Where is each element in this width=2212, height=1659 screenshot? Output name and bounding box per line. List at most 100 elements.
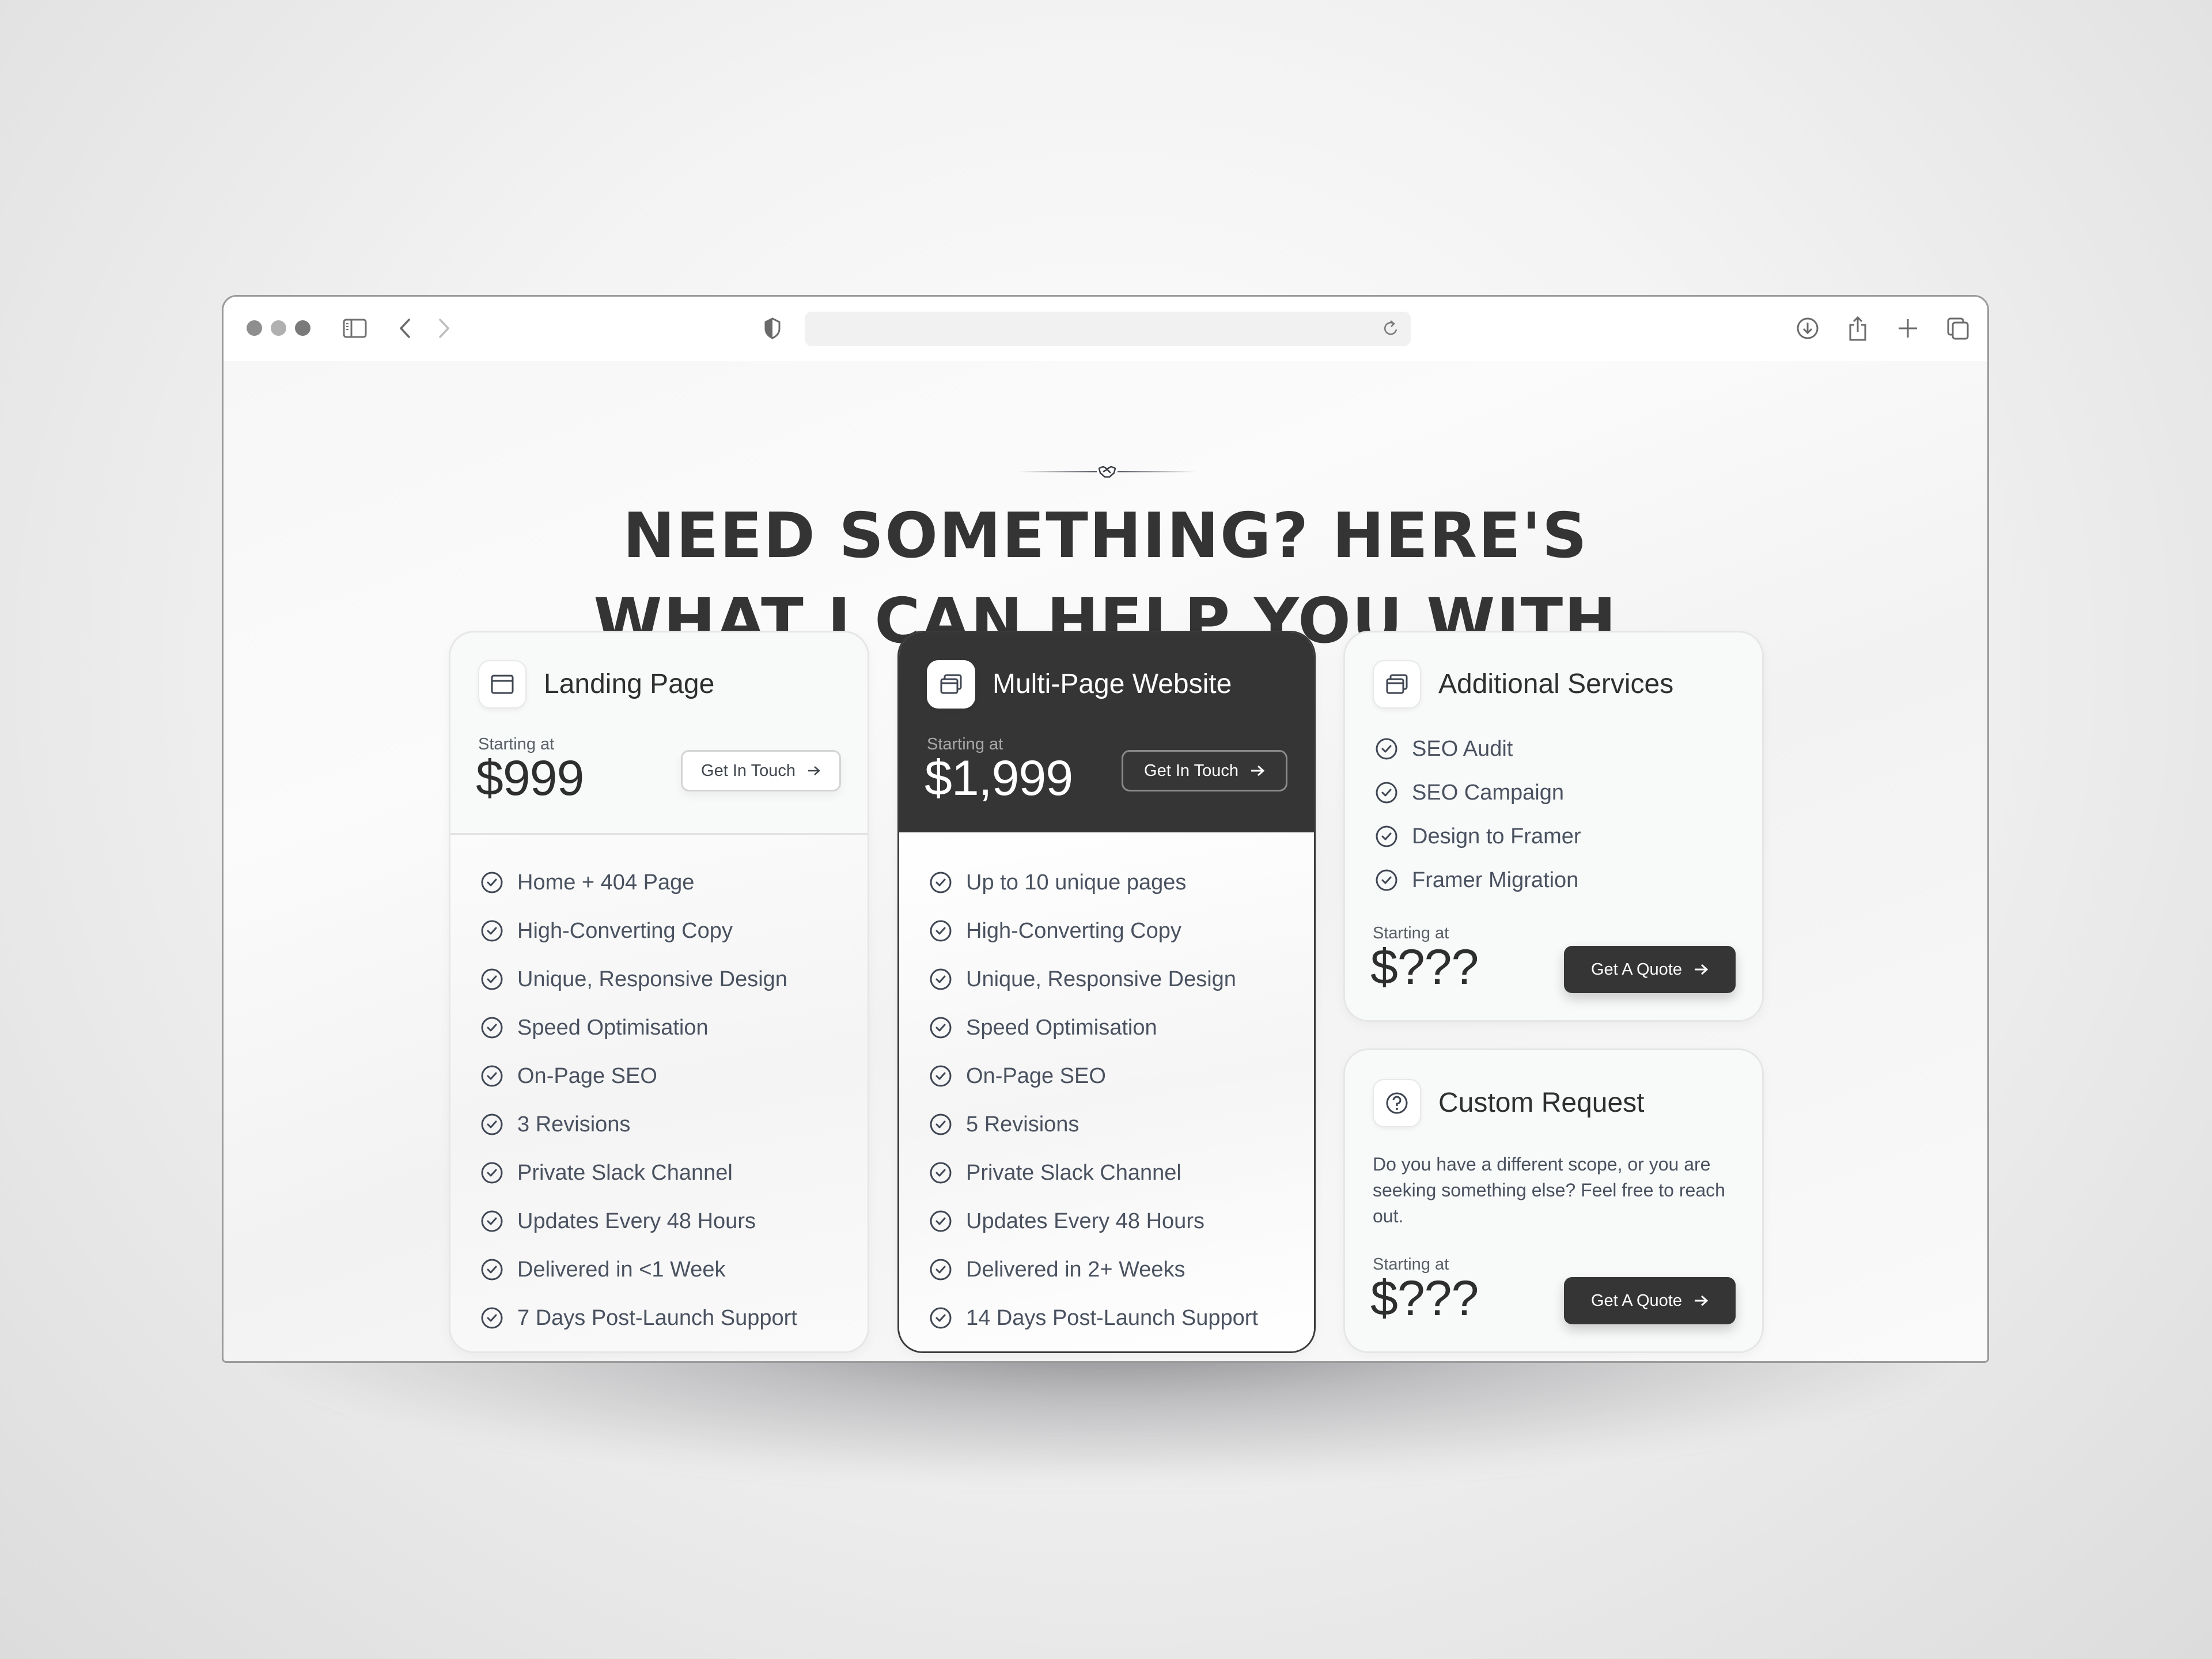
check-circle-icon bbox=[481, 1307, 503, 1329]
card-price: $999 bbox=[476, 751, 584, 806]
get-a-quote-button[interactable]: Get A Quote bbox=[1564, 1277, 1736, 1324]
feature-item: Delivered in 2+ Weeks bbox=[929, 1245, 1258, 1294]
privacy-report-button[interactable] bbox=[758, 314, 787, 343]
feature-item: Private Slack Channel bbox=[929, 1149, 1258, 1197]
check-circle-icon bbox=[481, 1210, 503, 1232]
feature-text: High-Converting Copy bbox=[966, 918, 1181, 943]
button-label: Get In Touch bbox=[1144, 761, 1238, 780]
feature-item: Unique, Responsive Design bbox=[929, 955, 1258, 1003]
card-price: $1,999 bbox=[925, 751, 1073, 806]
get-a-quote-button[interactable]: Get A Quote bbox=[1564, 946, 1736, 993]
pricing-card-additional-services: Additional Services SEO Audit SEO Campaig… bbox=[1343, 631, 1764, 1022]
check-circle-icon bbox=[481, 1113, 503, 1135]
feature-item: High-Converting Copy bbox=[929, 907, 1258, 955]
feature-text: Delivered in 2+ Weeks bbox=[966, 1257, 1185, 1282]
feature-item: SEO Campaign bbox=[1375, 771, 1581, 815]
downloads-button[interactable] bbox=[1793, 314, 1822, 343]
feature-text: SEO Campaign bbox=[1412, 780, 1565, 805]
card-title: Multi-Page Website bbox=[993, 669, 1232, 699]
feature-item: Updates Every 48 Hours bbox=[929, 1197, 1258, 1245]
arrow-right-icon bbox=[1251, 765, 1265, 777]
card-icon-box bbox=[1373, 1079, 1421, 1127]
feature-list: Home + 404 Page High-Converting Copy Uniqu… bbox=[480, 858, 797, 1342]
feature-text: Speed Optimisation bbox=[517, 1015, 709, 1040]
button-label: Get A Quote bbox=[1591, 1291, 1682, 1310]
stacked-windows-icon bbox=[940, 674, 962, 694]
stacked-windows-icon bbox=[1386, 674, 1408, 694]
card-description: Do you have a different scope, or you ar… bbox=[1373, 1154, 1725, 1226]
pricing-card-custom-request: Custom Request Do you have a different s… bbox=[1343, 1048, 1764, 1353]
button-label: Get A Quote bbox=[1591, 960, 1682, 979]
button-label: Get In Touch bbox=[701, 761, 796, 780]
check-circle-icon bbox=[481, 1017, 503, 1039]
feature-item: On-Page SEO bbox=[929, 1052, 1258, 1100]
check-circle-icon bbox=[481, 968, 503, 990]
check-circle-icon bbox=[481, 1259, 503, 1281]
pricing-card-landing-page: Landing Page Starting at $999 Get In Tou… bbox=[449, 631, 869, 1353]
services-list: SEO Audit SEO Campaign Design to Framer Fra… bbox=[1375, 727, 1581, 902]
feature-item: Delivered in <1 Week bbox=[480, 1245, 797, 1294]
feature-text: Delivered in <1 Week bbox=[517, 1257, 726, 1282]
check-circle-icon bbox=[1376, 869, 1397, 891]
minimize-window-button[interactable] bbox=[271, 320, 286, 336]
zoom-window-button[interactable] bbox=[295, 320, 310, 336]
check-circle-icon bbox=[930, 968, 952, 990]
feature-text: Updates Every 48 Hours bbox=[517, 1209, 756, 1233]
feature-item: Speed Optimisation bbox=[929, 1003, 1258, 1052]
forward-button[interactable] bbox=[430, 314, 459, 343]
back-icon bbox=[400, 319, 410, 338]
card-title: Custom Request bbox=[1438, 1088, 1645, 1118]
feature-item: Design to Framer bbox=[1375, 815, 1581, 858]
forward-icon bbox=[439, 319, 449, 338]
check-circle-icon bbox=[930, 1210, 952, 1232]
sidebar-icon bbox=[343, 319, 367, 338]
share-icon bbox=[1849, 316, 1866, 341]
feature-text: Private Slack Channel bbox=[517, 1160, 733, 1185]
browser-window-icon bbox=[491, 675, 514, 694]
close-window-button[interactable] bbox=[247, 320, 262, 336]
new-tab-button[interactable] bbox=[1893, 314, 1922, 343]
share-button[interactable] bbox=[1843, 314, 1872, 343]
new-tab-icon bbox=[1899, 319, 1917, 338]
feature-item: 5 Revisions bbox=[929, 1100, 1258, 1149]
arrow-right-icon bbox=[1695, 964, 1709, 975]
reload-button[interactable] bbox=[1380, 317, 1403, 340]
page-content: NEED SOMETHING? HERE'S WHAT I CAN HELP Y… bbox=[224, 361, 1987, 1361]
pricing-card-multi-page-website: Multi-Page Website Starting at $1,999 Ge… bbox=[897, 631, 1316, 1353]
feature-text: 7 Days Post-Launch Support bbox=[517, 1305, 797, 1330]
check-circle-icon bbox=[930, 1307, 952, 1329]
arrow-right-icon bbox=[1695, 1295, 1709, 1306]
tab-overview-button[interactable] bbox=[1944, 314, 1972, 343]
check-circle-icon bbox=[930, 1017, 952, 1039]
card-price: $??? bbox=[1370, 1271, 1479, 1326]
address-bar[interactable] bbox=[805, 312, 1411, 346]
get-in-touch-button[interactable]: Get In Touch bbox=[1122, 750, 1287, 791]
check-circle-icon bbox=[1376, 825, 1397, 847]
back-button[interactable] bbox=[391, 314, 419, 343]
feature-item: 14 Days Post-Launch Support bbox=[929, 1294, 1258, 1342]
feature-list: Up to 10 unique pages High-Converting Cop… bbox=[929, 858, 1258, 1342]
feature-item: Unique, Responsive Design bbox=[480, 955, 797, 1003]
feature-item: On-Page SEO bbox=[480, 1052, 797, 1100]
check-circle-icon bbox=[1376, 782, 1397, 804]
card-icon-box bbox=[927, 660, 975, 709]
feature-text: Design to Framer bbox=[1412, 824, 1581, 849]
check-circle-icon bbox=[481, 872, 503, 893]
feature-item: Speed Optimisation bbox=[480, 1003, 797, 1052]
feature-item: High-Converting Copy bbox=[480, 907, 797, 955]
card-price: $??? bbox=[1370, 940, 1479, 995]
feature-text: Speed Optimisation bbox=[966, 1015, 1157, 1040]
feature-text: Unique, Responsive Design bbox=[517, 967, 787, 991]
feature-text: Home + 404 Page bbox=[517, 870, 695, 895]
sidebar-toggle-button[interactable] bbox=[340, 314, 369, 343]
feature-text: SEO Audit bbox=[1412, 736, 1513, 761]
card-icon-box bbox=[478, 660, 527, 709]
check-circle-icon bbox=[930, 1113, 952, 1135]
feature-text: On-Page SEO bbox=[517, 1063, 657, 1088]
feature-text: Framer Migration bbox=[1412, 868, 1579, 892]
check-circle-icon bbox=[930, 1162, 952, 1184]
get-in-touch-button[interactable]: Get In Touch bbox=[681, 750, 841, 791]
check-circle-icon bbox=[1376, 738, 1397, 760]
reload-icon bbox=[1384, 320, 1397, 335]
url-input[interactable] bbox=[816, 316, 1360, 343]
